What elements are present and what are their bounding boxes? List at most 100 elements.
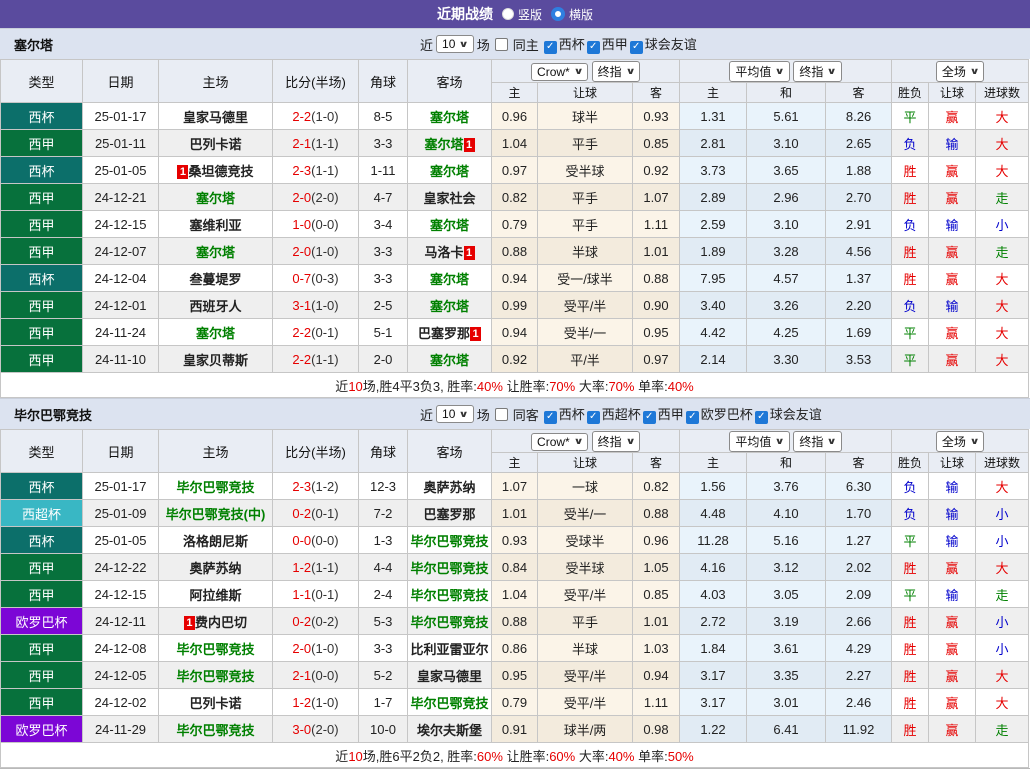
crow-away-odds: 1.05 — [633, 554, 680, 581]
team-link: 毕尔巴鄂竞技 — [176, 480, 254, 495]
home-team-cell[interactable]: 洛格朗尼斯 — [159, 527, 273, 554]
away-team-cell[interactable]: 皇家马德里 — [408, 662, 492, 689]
corners-cell: 8-5 — [359, 103, 408, 130]
score-cell: 1-0(0-0) — [273, 211, 359, 238]
full-time-score: 2-2 — [292, 352, 311, 367]
home-team-cell[interactable]: 1桑坦德竞技 — [159, 157, 273, 184]
away-team-cell[interactable]: 巴塞罗那 — [408, 500, 492, 527]
radio-icon[interactable] — [502, 8, 514, 20]
avg-away-odds: 2.02 — [826, 554, 892, 581]
sub-header-handicap: 让球 — [538, 453, 633, 473]
home-team-cell[interactable]: 毕尔巴鄂竞技 — [159, 473, 273, 500]
home-team-cell[interactable]: 毕尔巴鄂竞技(中) — [159, 500, 273, 527]
avg-draw-odds: 3.12 — [747, 554, 826, 581]
home-team-cell[interactable]: 塞尔塔 — [159, 319, 273, 346]
home-team-cell[interactable]: 1费内巴切 — [159, 608, 273, 635]
scope-select[interactable]: 全场∨ — [936, 431, 984, 452]
scope-select[interactable]: 全场∨ — [936, 61, 984, 82]
away-team-cell[interactable]: 奥萨苏纳 — [408, 473, 492, 500]
away-team-cell[interactable]: 塞尔塔 — [408, 265, 492, 292]
home-team-cell[interactable]: 巴列卡诺 — [159, 689, 273, 716]
bookmaker-select[interactable]: Crow*∨ — [531, 63, 588, 81]
home-team-cell[interactable]: 毕尔巴鄂竞技 — [159, 716, 273, 743]
matches-count-select[interactable]: 10 ∨ — [436, 405, 474, 423]
col-header-home: 主场 — [159, 430, 273, 473]
home-team-cell[interactable]: 奥萨苏纳 — [159, 554, 273, 581]
away-team-cell[interactable]: 毕尔巴鄂竞技 — [408, 527, 492, 554]
corners-cell: 5-1 — [359, 319, 408, 346]
corners-cell: 2-0 — [359, 346, 408, 373]
radio-horizontal-layout[interactable]: 横版 — [551, 6, 593, 23]
odds-time-select[interactable]: 终指∨ — [592, 61, 640, 82]
check-icon: ✓ — [589, 412, 597, 422]
away-team-cell[interactable]: 塞尔塔1 — [408, 130, 492, 157]
away-team-cell[interactable]: 塞尔塔 — [408, 103, 492, 130]
league-checkbox[interactable]: ✓ — [755, 411, 768, 424]
date-cell: 24-12-11 — [83, 608, 159, 635]
odds-time-select[interactable]: 终指∨ — [592, 431, 640, 452]
home-team-cell[interactable]: 皇家贝蒂斯 — [159, 346, 273, 373]
radio-icon[interactable] — [551, 7, 565, 21]
away-team-cell[interactable]: 塞尔塔 — [408, 211, 492, 238]
home-team-cell[interactable]: 塞维利亚 — [159, 211, 273, 238]
league-filters: ✓西杯✓西甲✓球会友谊 — [542, 34, 697, 54]
average-odds-time-select[interactable]: 终指∨ — [793, 61, 841, 82]
away-team-cell[interactable]: 塞尔塔 — [408, 157, 492, 184]
home-team-cell[interactable]: 西班牙人 — [159, 292, 273, 319]
home-team-cell[interactable]: 皇家马德里 — [159, 103, 273, 130]
check-icon: ✓ — [546, 412, 554, 422]
home-team-cell[interactable]: 毕尔巴鄂竞技 — [159, 662, 273, 689]
table-row: 欧罗巴杯24-11-29毕尔巴鄂竞技3-0(2-0)10-0埃尔夫斯堡0.91球… — [1, 716, 1029, 743]
crow-home-odds: 0.96 — [492, 103, 538, 130]
date-cell: 24-12-07 — [83, 238, 159, 265]
matches-count-select[interactable]: 10 ∨ — [436, 35, 474, 53]
home-team-cell[interactable]: 阿拉维斯 — [159, 581, 273, 608]
away-team-cell[interactable]: 毕尔巴鄂竞技 — [408, 581, 492, 608]
away-team-cell[interactable]: 马洛卡1 — [408, 238, 492, 265]
bookmaker-select[interactable]: Crow*∨ — [531, 433, 588, 451]
away-team-cell[interactable]: 皇家社会 — [408, 184, 492, 211]
chevron-down-icon: ∨ — [573, 66, 583, 77]
home-team-cell[interactable]: 塞尔塔 — [159, 184, 273, 211]
crow-home-odds: 0.79 — [492, 211, 538, 238]
away-team-cell[interactable]: 埃尔夫斯堡 — [408, 716, 492, 743]
handicap-result-cell: 输 — [929, 211, 976, 238]
league-checkbox[interactable]: ✓ — [587, 411, 600, 424]
league-checkbox[interactable]: ✓ — [630, 41, 643, 54]
home-team-cell[interactable]: 叁蔓堤罗 — [159, 265, 273, 292]
away-team-cell[interactable]: 毕尔巴鄂竞技 — [408, 608, 492, 635]
home-team-cell[interactable]: 巴列卡诺 — [159, 130, 273, 157]
league-checkbox[interactable]: ✓ — [587, 41, 600, 54]
league-checkbox[interactable]: ✓ — [686, 411, 699, 424]
away-team-cell[interactable]: 塞尔塔 — [408, 292, 492, 319]
summary-segment: 大率: — [575, 379, 608, 394]
full-time-score: 2-0 — [292, 641, 311, 656]
league-checkbox[interactable]: ✓ — [643, 411, 656, 424]
away-team-cell[interactable]: 毕尔巴鄂竞技 — [408, 554, 492, 581]
home-team-cell[interactable]: 塞尔塔 — [159, 238, 273, 265]
type-badge-cell: 西杯 — [1, 157, 83, 184]
average-odds-time-select[interactable]: 终指∨ — [793, 431, 841, 452]
away-team-cell[interactable]: 塞尔塔 — [408, 346, 492, 373]
league-checkbox[interactable]: ✓ — [544, 41, 557, 54]
home-team-cell[interactable]: 毕尔巴鄂竞技 — [159, 635, 273, 662]
same-venue-checkbox[interactable] — [495, 38, 508, 51]
same-venue-checkbox[interactable] — [495, 408, 508, 421]
away-team-cell[interactable]: 巴塞罗那1 — [408, 319, 492, 346]
crow-away-odds: 0.92 — [633, 157, 680, 184]
radio-vertical-layout[interactable]: 竖版 — [502, 6, 542, 23]
crow-handicap: 球半 — [538, 103, 633, 130]
crow-home-odds: 0.97 — [492, 157, 538, 184]
away-team-cell[interactable]: 比利亚雷亚尔 — [408, 635, 492, 662]
corners-cell: 4-7 — [359, 184, 408, 211]
league-label: 西杯 — [559, 407, 585, 422]
summary-segment: 让胜率: — [503, 749, 549, 764]
half-time-score: (1-1) — [311, 163, 338, 178]
league-label: 西超杯 — [602, 407, 641, 422]
away-team-cell[interactable]: 毕尔巴鄂竞技 — [408, 689, 492, 716]
league-checkbox[interactable]: ✓ — [544, 411, 557, 424]
col-header-corners: 角球 — [359, 60, 408, 103]
average-select[interactable]: 平均值∨ — [729, 431, 789, 452]
average-select[interactable]: 平均值∨ — [729, 61, 789, 82]
type-badge-cell: 西杯 — [1, 473, 83, 500]
